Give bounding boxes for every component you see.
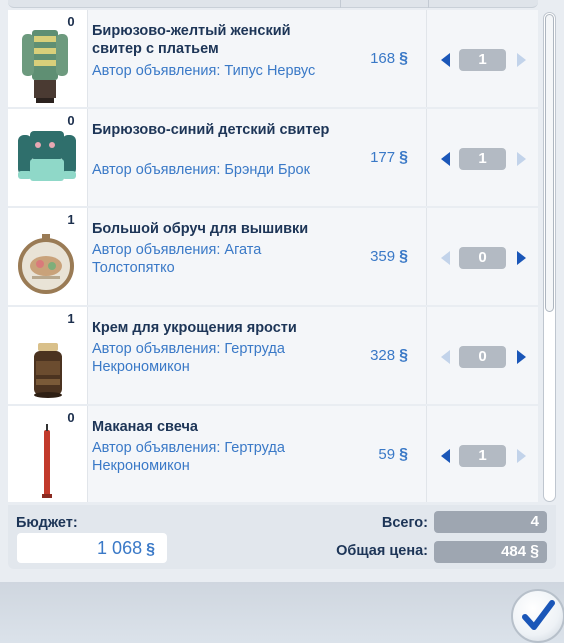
header-divider [340, 0, 341, 8]
quantity-value: 1 [459, 148, 506, 170]
quantity-value: 0 [459, 346, 506, 368]
quantity-stepper: 0 [426, 208, 538, 305]
owned-count-badge: 0 [56, 112, 86, 130]
candle-icon: 0 [8, 406, 88, 502]
item-author: Автор объявления: Агата Толстопятко [92, 242, 262, 276]
cream-jar-icon: 1 [8, 307, 88, 404]
item-price: 168 § [370, 50, 408, 67]
simoleon-icon: § [399, 149, 408, 166]
quantity-stepper: 1 [426, 109, 538, 206]
budget-value: 1 068 § [17, 533, 167, 563]
owned-count-badge: 1 [56, 310, 86, 328]
increase-arrow-icon[interactable] [517, 152, 526, 166]
quantity-stepper: 1 [426, 406, 538, 502]
list-item[interactable]: 0 Бирюзово-синий детский свитер Автор об… [8, 109, 538, 206]
total-count-label: Всего: [381, 515, 428, 531]
decrease-arrow-icon[interactable] [441, 152, 450, 166]
budget-label: Бюджет: [16, 515, 78, 531]
list-item[interactable]: 0 Маканая свеча Автор объявления: Гертру… [8, 406, 538, 502]
decrease-arrow-icon[interactable] [441, 251, 450, 265]
scrollbar-thumb[interactable] [545, 14, 554, 312]
decrease-arrow-icon[interactable] [441, 449, 450, 463]
owned-count-badge: 0 [56, 409, 86, 427]
increase-arrow-icon[interactable] [517, 449, 526, 463]
item-author: Автор объявления: Брэнди Брок [92, 162, 310, 178]
embroidery-hoop-icon: 1 [8, 208, 88, 305]
item-title: Бирюзово-желтый женский свитер с платьем [92, 23, 291, 57]
quantity-value: 1 [459, 445, 506, 467]
simoleon-icon: § [530, 543, 539, 560]
sweater-dress-icon: 0 [8, 10, 88, 107]
item-title: Маканая свеча [92, 419, 198, 435]
summary-footer: Бюджет: 1 068 § Всего: 4 Общая цена: 484 § [8, 505, 556, 569]
confirm-button[interactable] [511, 589, 564, 643]
total-price-label: Общая цена: [336, 543, 428, 559]
items-list: 0 Бирюзово-желтый женский свитер с плать… [8, 10, 538, 502]
item-author: Автор объявления: Гертруда Некрономикон [92, 440, 285, 474]
item-price: 177 § [370, 149, 408, 166]
quantity-value: 0 [459, 247, 506, 269]
item-price: 59 § [378, 446, 408, 463]
list-item[interactable]: 1 Большой обруч для вышивки Автор объявл… [8, 208, 538, 305]
quantity-stepper: 0 [426, 307, 538, 404]
simoleon-icon: § [399, 446, 408, 463]
item-author: Автор объявления: Гертруда Некрономикон [92, 341, 285, 375]
total-price-value: 484 § [434, 541, 547, 563]
item-title: Крем для укрощения ярости [92, 320, 297, 336]
list-scrollbar[interactable] [543, 12, 556, 502]
column-header-strip [8, 0, 538, 8]
item-price: 359 § [370, 248, 408, 265]
decrease-arrow-icon[interactable] [441, 53, 450, 67]
item-price: 328 § [370, 347, 408, 364]
simoleon-icon: § [399, 50, 408, 67]
kids-sweater-icon: 0 [8, 109, 88, 206]
bottom-bar [0, 582, 564, 643]
increase-arrow-icon[interactable] [517, 53, 526, 67]
item-author: Автор объявления: Типус Нервус [92, 63, 316, 79]
header-divider [428, 0, 429, 8]
simoleon-icon: § [146, 541, 155, 558]
owned-count-badge: 1 [56, 211, 86, 229]
quantity-stepper: 1 [426, 10, 538, 107]
total-count-value: 4 [434, 511, 547, 533]
item-title: Бирюзово-синий детский свитер [92, 122, 330, 138]
simoleon-icon: § [399, 347, 408, 364]
increase-arrow-icon[interactable] [517, 350, 526, 364]
checkmark-icon [522, 600, 555, 630]
simoleon-icon: § [399, 248, 408, 265]
increase-arrow-icon[interactable] [517, 251, 526, 265]
list-item[interactable]: 1 Крем для укрощения ярости Автор объявл… [8, 307, 538, 404]
list-item[interactable]: 0 Бирюзово-желтый женский свитер с плать… [8, 10, 538, 107]
item-title: Большой обруч для вышивки [92, 221, 309, 237]
quantity-value: 1 [459, 49, 506, 71]
decrease-arrow-icon[interactable] [441, 350, 450, 364]
owned-count-badge: 0 [56, 13, 86, 31]
